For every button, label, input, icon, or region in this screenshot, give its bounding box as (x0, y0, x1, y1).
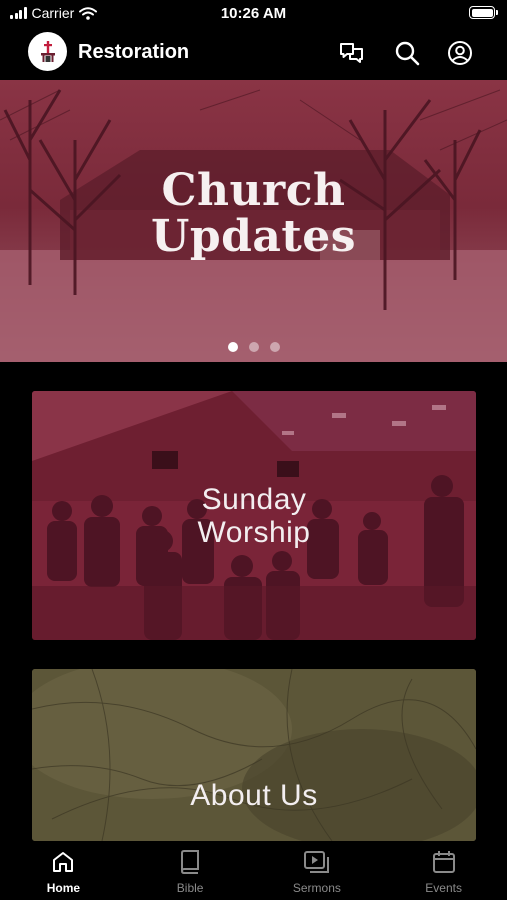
tab-bible-label: Bible (176, 881, 204, 895)
chat-icon[interactable] (338, 39, 366, 67)
profile-icon[interactable] (446, 39, 474, 67)
tab-bar: Home Bible Sermons Events (0, 841, 507, 900)
search-icon[interactable] (393, 39, 421, 67)
hero-title-line2: Updates (150, 211, 356, 262)
tab-events[interactable]: Events (380, 841, 507, 900)
hero-carousel[interactable]: Church Updates (0, 80, 507, 362)
tab-events-label: Events (425, 881, 462, 895)
carousel-dot[interactable] (269, 342, 280, 352)
sunday-worship-title-line2: Worship (197, 516, 311, 549)
carousel-dot[interactable] (248, 342, 259, 352)
church-logo[interactable] (28, 32, 67, 71)
video-icon (303, 849, 330, 875)
book-icon (177, 849, 203, 875)
calendar-icon (431, 849, 457, 875)
about-us-title: About Us (190, 779, 318, 812)
sunday-worship-card[interactable]: Sunday Worship (32, 391, 476, 640)
app-title: Restoration (78, 41, 190, 63)
hero-title: Church Updates (0, 168, 507, 260)
tab-bible[interactable]: Bible (127, 841, 254, 900)
carousel-dot[interactable] (227, 342, 238, 352)
battery-icon (469, 6, 498, 19)
status-bar: Carrier 10:26 AM (0, 0, 507, 28)
tab-sermons-label: Sermons (292, 881, 341, 895)
tab-home-label: Home (46, 881, 81, 895)
about-us-background-map (32, 669, 476, 841)
tab-sermons[interactable]: Sermons (254, 841, 381, 900)
about-us-card[interactable]: About Us (32, 669, 476, 841)
tab-home[interactable]: Home (0, 841, 127, 900)
sunday-worship-title-line1: Sunday (201, 483, 307, 516)
sunday-worship-title: Sunday Worship (32, 483, 476, 549)
church-logo-icon (40, 40, 55, 62)
home-icon (50, 849, 76, 875)
hero-title-line1: Church (161, 165, 346, 216)
carousel-dots (0, 342, 507, 352)
status-time: 10:26 AM (220, 5, 287, 22)
app-header: Restoration (0, 28, 507, 78)
